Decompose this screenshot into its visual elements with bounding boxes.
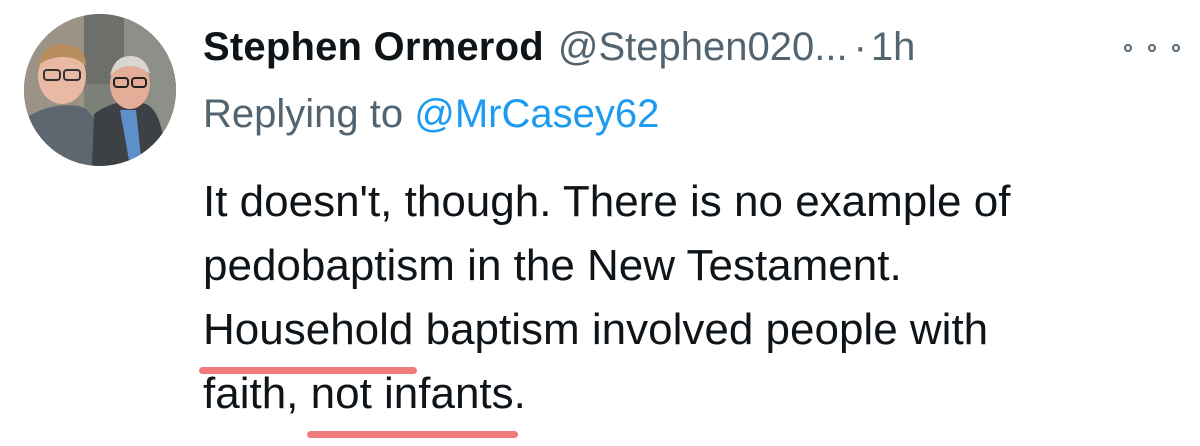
- replying-to-label: Replying to: [203, 92, 404, 136]
- underlined-household: Household: [199, 298, 418, 374]
- underlined-not-infants: not infants: [306, 362, 518, 438]
- red-underline-mark: [306, 431, 518, 438]
- tweet-body: It doesn't, though. There is no example …: [199, 170, 1163, 438]
- more-dot: [1172, 44, 1180, 52]
- highlight-text-household: Household: [203, 305, 414, 354]
- tweet-body-line-4-prefix: faith,: [203, 369, 311, 418]
- more-horizontal-icon[interactable]: [1124, 38, 1180, 58]
- tweet-body-line-4: faith, not infants.: [203, 362, 1163, 438]
- timestamp[interactable]: 1h: [871, 25, 916, 70]
- avatar[interactable]: [24, 14, 176, 166]
- tweet-body-line-3-rest: baptism involved people with: [413, 305, 989, 354]
- tweet-body-line-1: It doesn't, though. There is no example …: [203, 177, 1011, 226]
- display-name[interactable]: Stephen Ormerod: [203, 25, 544, 70]
- more-dot: [1124, 44, 1132, 52]
- more-dot: [1148, 44, 1156, 52]
- avatar-photo: [24, 14, 176, 166]
- tweet-body-line-2: pedobaptism in the New Testament.: [203, 241, 902, 290]
- replying-to-mention[interactable]: @MrCasey62: [414, 92, 659, 136]
- tweet[interactable]: Stephen Ormerod @Stephen020... · 1h Repl…: [0, 0, 1200, 446]
- tweet-header: Stephen Ormerod @Stephen020... · 1h: [203, 22, 915, 72]
- replying-to: Replying to @MrCasey62: [203, 92, 659, 137]
- tweet-body-line-3: Household baptism involved people with: [199, 298, 1163, 374]
- user-handle[interactable]: @Stephen020...: [558, 25, 848, 70]
- tweet-body-line-4-suffix: .: [513, 369, 526, 418]
- highlight-text-not-infants: not infants: [310, 369, 514, 418]
- separator-dot: ·: [853, 24, 867, 69]
